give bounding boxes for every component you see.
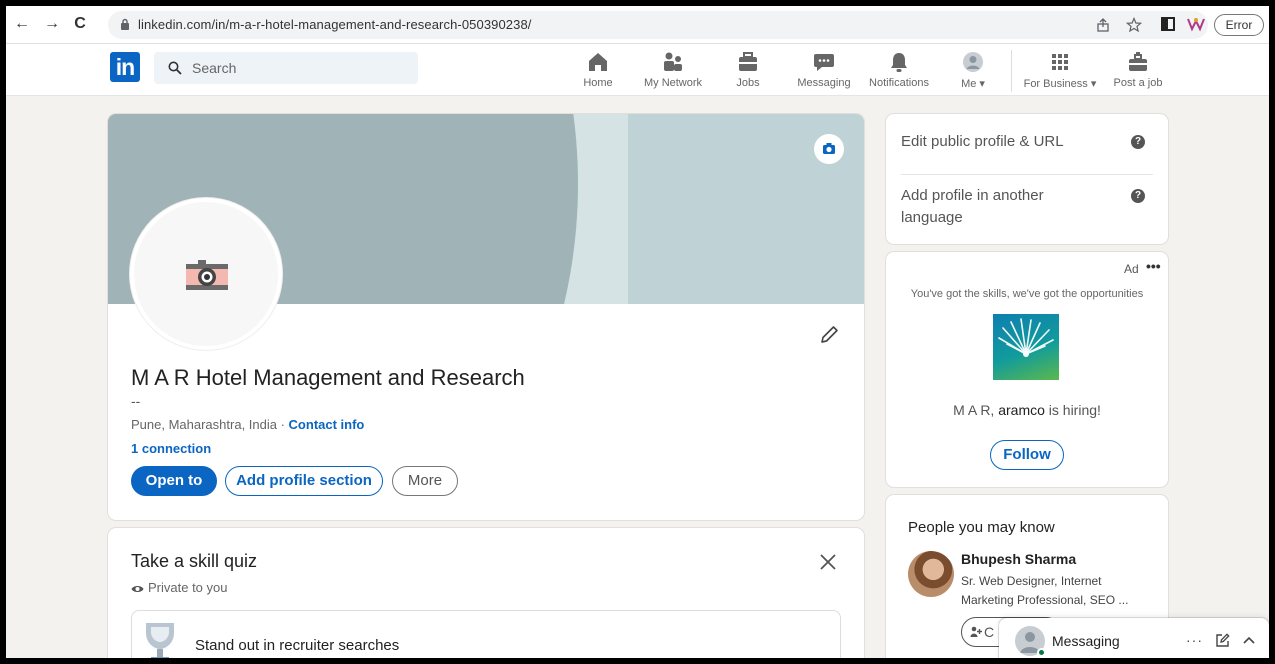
trophy-icon bbox=[146, 623, 174, 658]
profile-error-button[interactable]: Error bbox=[1214, 14, 1264, 36]
bell-icon bbox=[891, 53, 907, 72]
search-input[interactable] bbox=[192, 58, 392, 78]
back-icon[interactable]: ← bbox=[12, 15, 32, 33]
nav-post-job[interactable]: Post a job bbox=[1110, 48, 1166, 94]
pymk-title: People you may know bbox=[908, 519, 1055, 536]
profile-photo[interactable] bbox=[130, 198, 282, 350]
compose-icon[interactable] bbox=[1215, 633, 1230, 648]
nav-messaging[interactable]: Messaging bbox=[795, 48, 853, 94]
chevron-up-icon[interactable] bbox=[1243, 635, 1255, 645]
person-headline: Sr. Web Designer, Internet Marketing Pro… bbox=[961, 574, 1129, 607]
skill-quiz-card: Take a skill quiz Private to you Stand o… bbox=[108, 528, 864, 658]
more-options-icon[interactable]: ··· bbox=[1186, 632, 1203, 648]
ad-card: Ad ••• You've got the skills, we've got … bbox=[886, 252, 1168, 487]
quiz-item[interactable]: Stand out in recruiter searches bbox=[131, 610, 841, 658]
person-name[interactable]: Bhupesh Sharma bbox=[961, 551, 1076, 567]
profile-name: M A R Hotel Management and Research bbox=[131, 365, 525, 390]
address-bar[interactable]: linkedin.com/in/m-a-r-hotel-management-a… bbox=[108, 11, 1208, 39]
reload-icon[interactable]: C bbox=[70, 15, 90, 33]
add-person-icon bbox=[970, 626, 982, 637]
close-icon[interactable] bbox=[818, 552, 838, 572]
chat-icon bbox=[814, 54, 834, 71]
post-job-icon bbox=[1129, 52, 1147, 71]
search-icon bbox=[168, 61, 182, 75]
chevron-down-icon: ▾ bbox=[1090, 78, 1097, 90]
edit-banner-button[interactable] bbox=[814, 134, 844, 164]
bookmark-star-icon[interactable] bbox=[1126, 17, 1142, 33]
linkedin-header: in Home My Network bbox=[6, 44, 1269, 96]
url-text: linkedin.com/in/m-a-r-hotel-management-a… bbox=[138, 17, 532, 32]
divider bbox=[901, 174, 1153, 175]
help-icon[interactable]: ? bbox=[1131, 135, 1145, 149]
nav-home[interactable]: Home bbox=[578, 48, 618, 94]
ad-options-icon[interactable]: ••• bbox=[1146, 258, 1161, 274]
messaging-label: Messaging bbox=[1052, 633, 1120, 649]
nav-divider bbox=[1011, 50, 1012, 92]
nav-me[interactable]: Me ▾ bbox=[956, 48, 990, 94]
aramco-logo-icon bbox=[998, 318, 1054, 357]
more-button[interactable]: More bbox=[392, 466, 458, 496]
edit-pencil-icon[interactable] bbox=[818, 324, 840, 346]
avatar-icon bbox=[963, 52, 983, 72]
quiz-privacy: Private to you bbox=[131, 580, 228, 595]
open-to-button[interactable]: Open to bbox=[131, 466, 217, 496]
side-panel-icon[interactable] bbox=[1161, 17, 1175, 31]
add-language-profile-link[interactable]: Add profile in another language bbox=[901, 185, 1101, 229]
quiz-item-label: Stand out in recruiter searches bbox=[195, 637, 400, 654]
profile-headline: -- bbox=[131, 393, 141, 409]
extension-icon[interactable] bbox=[1187, 16, 1205, 32]
nav-jobs[interactable]: Jobs bbox=[730, 48, 766, 94]
browser-window: ← → C linkedin.com/in/m-a-r-hotel-manage… bbox=[6, 6, 1269, 658]
linkedin-logo[interactable]: in bbox=[110, 52, 140, 82]
nav-my-network[interactable]: My Network bbox=[641, 48, 705, 94]
ad-label: Ad bbox=[1124, 262, 1139, 276]
briefcase-icon bbox=[739, 52, 757, 71]
add-photo-camera-icon bbox=[186, 260, 228, 290]
nav-notifications[interactable]: Notifications bbox=[866, 48, 932, 94]
nav-for-business[interactable]: For Business ▾ bbox=[1022, 48, 1098, 94]
ad-hiring-text: M A R, aramco is hiring! bbox=[953, 402, 1101, 418]
network-icon bbox=[664, 52, 682, 71]
profile-location: Pune, Maharashtra, India · Contact info bbox=[131, 417, 365, 432]
follow-button[interactable]: Follow bbox=[990, 440, 1064, 470]
online-status-dot bbox=[1037, 648, 1046, 657]
home-icon bbox=[589, 53, 607, 71]
quiz-title: Take a skill quiz bbox=[131, 551, 258, 571]
forward-icon[interactable]: → bbox=[42, 15, 62, 33]
profile-card: M A R Hotel Management and Research -- P… bbox=[108, 114, 864, 520]
chevron-down-icon: ▾ bbox=[979, 78, 985, 90]
add-profile-section-button[interactable]: Add profile section bbox=[225, 466, 383, 496]
connections-link[interactable]: 1 connection bbox=[131, 441, 211, 456]
eye-icon bbox=[131, 586, 144, 592]
contact-info-link[interactable]: Contact info bbox=[289, 417, 365, 432]
messaging-dock[interactable]: Messaging ··· bbox=[999, 618, 1269, 658]
aramco-logo[interactable] bbox=[993, 314, 1059, 380]
help-icon[interactable]: ? bbox=[1131, 189, 1145, 203]
browser-toolbar: ← → C linkedin.com/in/m-a-r-hotel-manage… bbox=[6, 6, 1269, 44]
edit-public-profile-link[interactable]: Edit public profile & URL bbox=[901, 131, 1064, 153]
search-box[interactable] bbox=[154, 52, 418, 84]
profile-settings-card: Edit public profile & URL ? Add profile … bbox=[886, 114, 1168, 244]
person-avatar[interactable] bbox=[908, 551, 954, 597]
grid-icon bbox=[1052, 54, 1068, 70]
share-icon[interactable] bbox=[1096, 18, 1110, 32]
ad-tagline: You've got the skills, we've got the opp… bbox=[910, 288, 1144, 300]
lock-icon bbox=[121, 18, 129, 30]
camera-icon bbox=[823, 143, 835, 154]
